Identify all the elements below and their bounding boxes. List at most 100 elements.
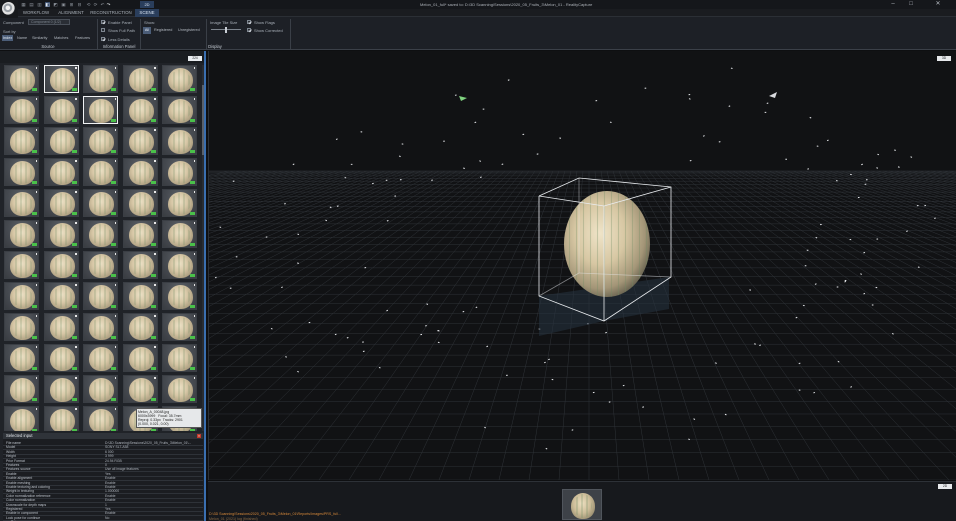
image-thumbnail[interactable] — [43, 220, 79, 248]
sort-similarity-button[interactable]: Similarity — [31, 35, 48, 41]
image-thumbnail[interactable] — [122, 282, 158, 310]
image-thumbnail[interactable] — [4, 127, 39, 155]
image-thumbnail[interactable] — [83, 282, 118, 310]
minimize-button[interactable]: – — [884, 0, 902, 9]
image-thumbnail[interactable] — [43, 282, 79, 310]
image-thumbnail[interactable] — [83, 313, 118, 341]
image-thumbnail[interactable] — [162, 220, 197, 248]
viewport-2d-badge[interactable]: 2D — [938, 484, 952, 489]
image-thumbnail[interactable] — [43, 344, 79, 372]
show-corrected-checkbox[interactable] — [247, 28, 251, 32]
image-thumbnail[interactable] — [122, 96, 158, 124]
image-thumbnail[interactable] — [162, 127, 197, 155]
image-thumbnail[interactable] — [83, 96, 118, 124]
quick-layout-6-icon[interactable]: ▣ — [61, 2, 66, 7]
back-icon[interactable]: ↶ — [100, 2, 105, 7]
image-thumbnail[interactable] — [83, 375, 118, 403]
quick-layout-5-icon[interactable]: ◩ — [53, 2, 58, 7]
enable-panel-checkbox[interactable] — [101, 19, 105, 24]
melon-model[interactable] — [564, 191, 650, 297]
image-thumbnail[interactable] — [4, 406, 39, 431]
image-thumbnail[interactable] — [43, 158, 79, 186]
image-thumbnail[interactable] — [122, 313, 158, 341]
sort-name-button[interactable]: Name — [16, 35, 28, 41]
quick-layout-7-icon[interactable]: ⊞ — [69, 2, 74, 7]
image-thumbnail[interactable] — [162, 65, 197, 93]
selected-camera-icon[interactable] — [459, 96, 467, 101]
image-thumbnail[interactable] — [4, 189, 39, 217]
close-button[interactable]: ✕ — [920, 0, 956, 9]
image-thumbnail[interactable] — [83, 251, 118, 279]
quick-layout-2-icon[interactable]: ▤ — [29, 2, 34, 7]
viewport-3d-badge[interactable]: 3D — [937, 56, 951, 61]
sort-matches-button[interactable]: Matches — [53, 35, 69, 41]
quick-layout-8-icon[interactable]: ⊟ — [77, 2, 82, 7]
image-thumbnail[interactable] — [162, 344, 197, 372]
sort-features-button[interactable]: Features — [74, 35, 91, 41]
show-unregistered-button[interactable]: Unregistered — [177, 27, 201, 34]
image-thumbnail[interactable] — [122, 65, 158, 93]
image-thumbnail[interactable] — [83, 127, 118, 155]
image-thumbnail[interactable] — [122, 127, 158, 155]
camera-frustum-icon[interactable] — [769, 92, 777, 98]
image-thumbnail[interactable] — [43, 189, 79, 217]
image-tile-size-slider-handle[interactable] — [225, 26, 227, 33]
3d-viewport[interactable]: 3D — [208, 51, 956, 480]
quick-layout-1-icon[interactable]: ▦ — [21, 2, 26, 7]
image-thumbnail[interactable] — [4, 220, 39, 248]
less-details-checkbox[interactable] — [101, 36, 105, 41]
image-thumbnail[interactable] — [162, 282, 197, 310]
image-thumbnail[interactable] — [43, 406, 79, 431]
image-thumbnail[interactable] — [43, 65, 79, 93]
show-flags-checkbox[interactable] — [247, 19, 251, 24]
image-thumbnail[interactable] — [83, 406, 118, 431]
image-thumbnail[interactable] — [43, 127, 79, 155]
quick-layout-4-icon[interactable]: ◧ — [45, 2, 50, 7]
image-thumbnail[interactable] — [4, 344, 39, 372]
tab-reconstruction[interactable]: RECONSTRUCTION — [90, 9, 132, 17]
image-thumbnail[interactable] — [4, 313, 39, 341]
image-thumbnail[interactable] — [43, 375, 79, 403]
tab-scene[interactable]: SCENE — [135, 9, 159, 17]
image-thumbnail[interactable] — [83, 158, 118, 186]
app-logo[interactable] — [0, 0, 18, 18]
image-thumbnail[interactable] — [122, 158, 158, 186]
image-thumbnail[interactable] — [122, 251, 158, 279]
image-thumbnail[interactable] — [4, 251, 39, 279]
image-thumbnail[interactable] — [83, 344, 118, 372]
scene-canvas[interactable] — [209, 51, 956, 480]
image-thumbnail[interactable] — [162, 158, 197, 186]
image-thumbnail[interactable] — [4, 65, 39, 93]
image-thumbnail[interactable] — [4, 158, 39, 186]
image-thumbnail[interactable] — [122, 189, 158, 217]
sort-index-button[interactable]: Index — [2, 35, 14, 41]
tab-workflow[interactable]: WORKFLOW — [20, 9, 52, 17]
show-all-button[interactable]: All — [143, 27, 151, 34]
redo-icon[interactable]: ⟳ — [93, 2, 98, 7]
image-thumbnail[interactable] — [83, 220, 118, 248]
image-thumbnail[interactable] — [43, 96, 79, 124]
image-thumbnail[interactable] — [43, 313, 79, 341]
image-thumbnail[interactable] — [162, 313, 197, 341]
image-thumbnail[interactable] — [162, 251, 197, 279]
tab-alignment[interactable]: ALIGNMENT — [55, 9, 87, 17]
show-full-path-checkbox[interactable] — [101, 28, 105, 32]
image-thumbnail[interactable] — [83, 189, 118, 217]
show-registered-button[interactable]: Registered — [153, 27, 173, 34]
image-thumbnail[interactable] — [162, 375, 197, 403]
undo-icon[interactable]: ⟲ — [86, 2, 91, 7]
image-grid-scrollbar[interactable] — [202, 65, 204, 431]
image-grid-scrollbar-handle[interactable] — [202, 85, 204, 155]
image-thumbnail[interactable] — [162, 189, 197, 217]
quick-layout-3-icon[interactable]: ▥ — [37, 2, 42, 7]
image-thumbnail[interactable] — [122, 220, 158, 248]
current-image-preview[interactable] — [562, 489, 602, 520]
maximize-button[interactable]: □ — [902, 0, 920, 9]
image-thumbnail[interactable] — [4, 375, 39, 403]
image-thumbnail[interactable] — [4, 282, 39, 310]
image-thumbnail[interactable] — [83, 65, 118, 93]
forward-icon[interactable]: ↷ — [106, 2, 111, 7]
image-thumbnail[interactable] — [122, 375, 158, 403]
image-thumbnail[interactable] — [4, 96, 39, 124]
image-thumbnail[interactable] — [122, 344, 158, 372]
